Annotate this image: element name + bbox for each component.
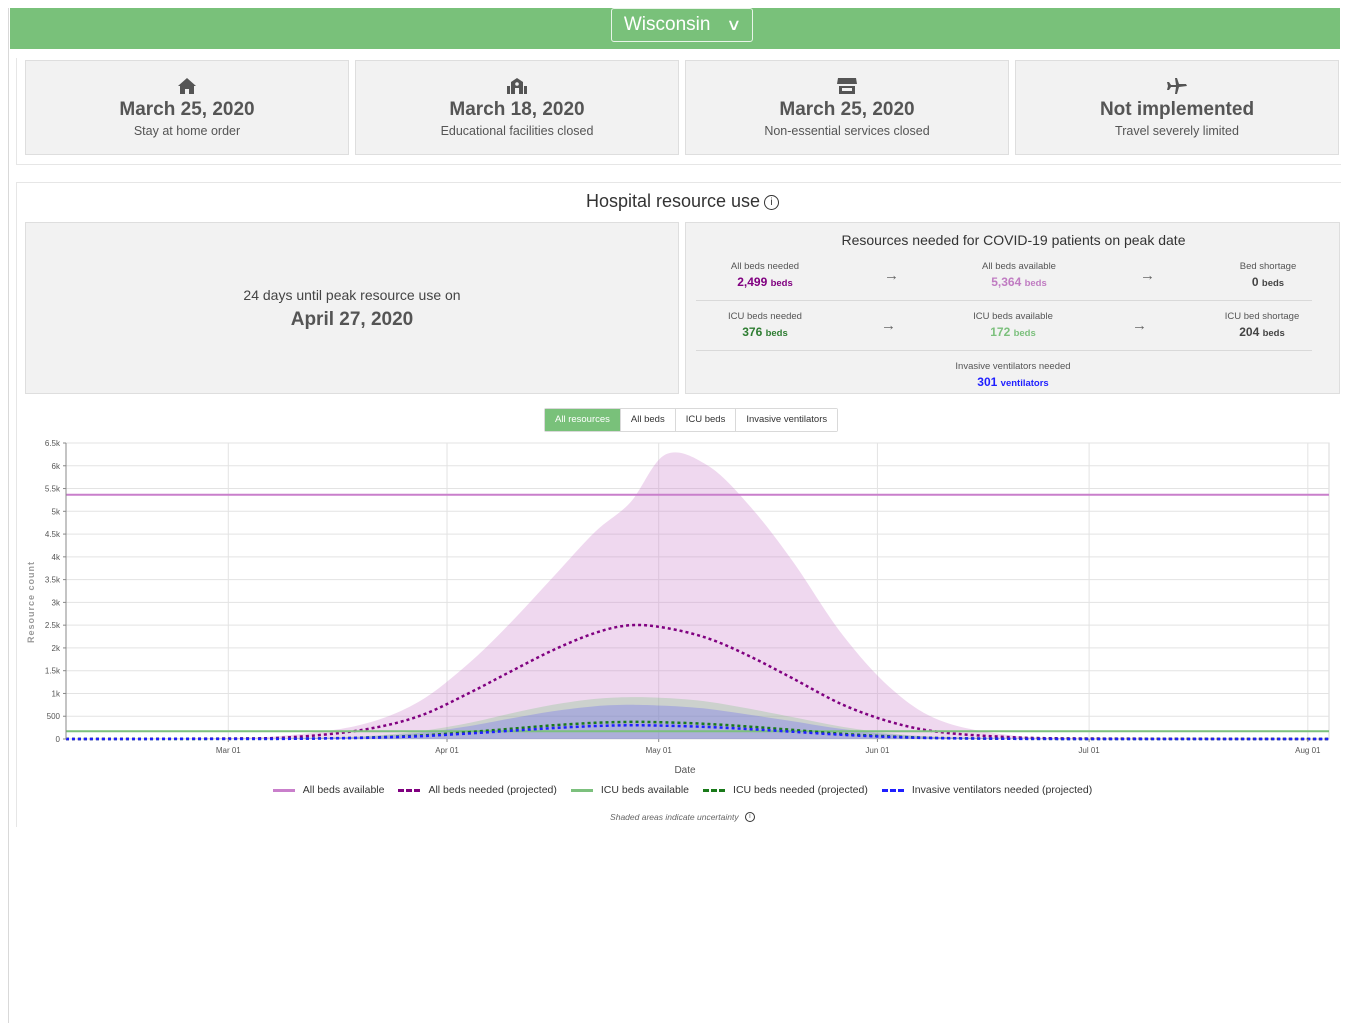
y-tick-label: 5.5k — [45, 485, 61, 494]
x-axis-label: Date — [674, 765, 696, 776]
x-tick-label: Jun 01 — [865, 746, 890, 755]
legend-item[interactable]: All beds needed (projected) — [398, 784, 557, 796]
x-tick-label: Apr 01 — [435, 746, 459, 755]
legend-label: All beds needed (projected) — [428, 784, 557, 796]
x-tick-label: Mar 01 — [216, 746, 241, 755]
footnote-text: Shaded areas indicate uncertainty — [610, 812, 739, 822]
legend-swatch — [398, 788, 421, 792]
y-tick-label: 4k — [52, 553, 61, 562]
legend-label: ICU beds available — [600, 784, 690, 796]
legend-swatch — [703, 788, 726, 792]
legend-item[interactable]: All beds available — [272, 784, 385, 796]
legend-item[interactable]: ICU beds needed (projected) — [703, 784, 868, 796]
y-tick-label: 6.5k — [45, 439, 61, 448]
y-tick-label: 1k — [52, 689, 61, 698]
x-tick-label: May 01 — [646, 746, 673, 755]
legend-item[interactable]: ICU beds available — [570, 784, 690, 796]
y-tick-label: 6k — [52, 462, 61, 471]
y-tick-label: 3k — [52, 598, 61, 607]
legend-label: All beds available — [302, 784, 385, 796]
legend-label: ICU beds needed (projected) — [733, 784, 868, 796]
legend-label: Invasive ventilators needed (projected) — [911, 784, 1093, 796]
y-tick-label: 4.5k — [45, 530, 61, 539]
y-tick-label: 1.5k — [45, 667, 61, 676]
legend-swatch — [881, 788, 904, 792]
x-tick-label: Aug 01 — [1295, 746, 1321, 755]
x-tick-label: Jul 01 — [1078, 746, 1100, 755]
info-icon[interactable]: i — [744, 812, 755, 822]
legend-swatch — [272, 788, 295, 792]
resource-chart: 0 500 1k 1.5k 2k 2.5k 3k 3.5k 4k 4.5k 5k 5.5k 6k 6.5k… — [26, 439, 1330, 776]
y-tick-label: 2k — [52, 644, 61, 653]
y-tick-label: 3.5k — [45, 576, 61, 585]
y-tick-label: 0 — [56, 735, 61, 744]
legend-swatch — [570, 788, 593, 792]
chart-footnote: Shaded areas indicate uncertainty i — [0, 812, 1345, 822]
y-tick-label: 2.5k — [45, 621, 61, 630]
y-tick-label: 5k — [52, 507, 61, 516]
y-axis-label: Resource count — [26, 561, 36, 643]
chart-legend: All beds available All beds needed (proj… — [0, 784, 1345, 796]
legend-item[interactable]: Invasive ventilators needed (projected) — [881, 784, 1093, 796]
y-tick-label: 500 — [47, 712, 61, 721]
